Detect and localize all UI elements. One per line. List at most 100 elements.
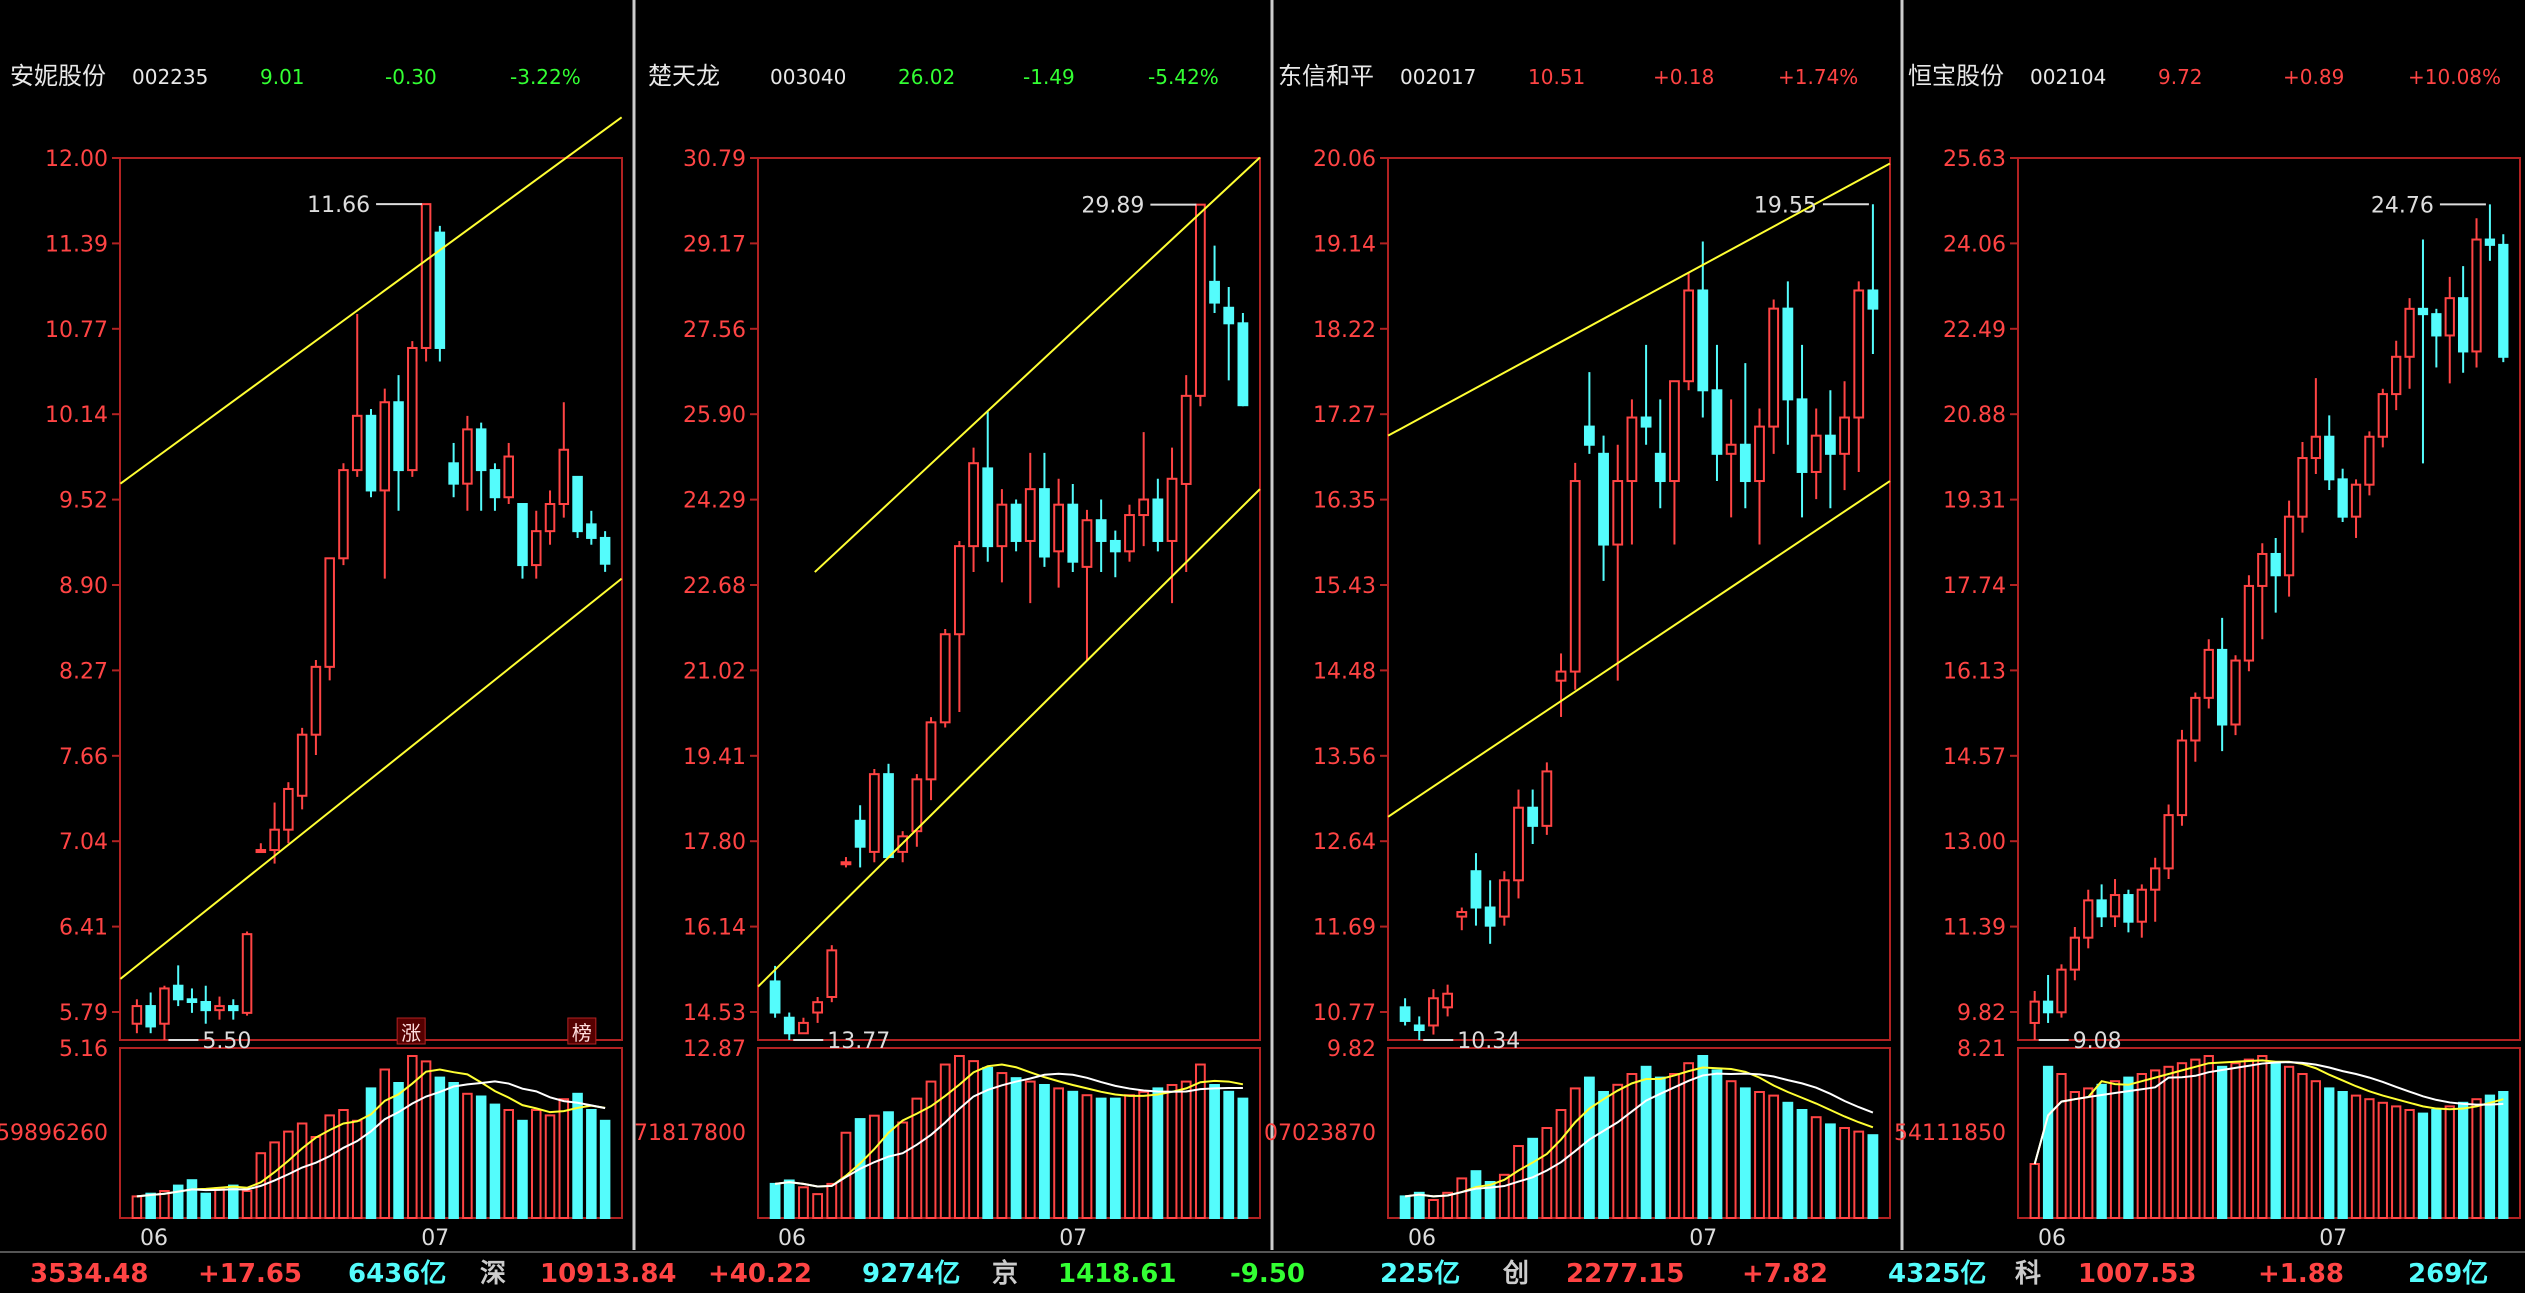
candle-body [159, 987, 170, 1025]
price-tick-label: 7.66 [59, 745, 108, 770]
volume-bar [826, 1182, 838, 1220]
price-tick-label: 9.52 [59, 489, 108, 514]
price-tick-label: 10.14 [45, 403, 108, 428]
candle-body [1598, 452, 1609, 546]
candle-body [1399, 1006, 1411, 1022]
channel-line-lower [1387, 480, 1891, 818]
status-item: 10913.84 [540, 1259, 677, 1289]
stock-name: 安妮股份 [10, 62, 106, 90]
price-tick-label: 16.14 [683, 916, 746, 941]
candle-body [1626, 416, 1638, 483]
price-tick-label: 12.00 [45, 147, 108, 172]
price-tick-label: 22.68 [683, 574, 746, 599]
candle-body [883, 773, 894, 859]
candle-body [2337, 478, 2348, 518]
volume-bar [2417, 1112, 2429, 1219]
volume-bar [1180, 1080, 1192, 1220]
price-tick-label: 16.13 [1943, 659, 2006, 684]
candle-body [2270, 552, 2281, 577]
candle-body [1654, 452, 1666, 483]
volume-bar [2109, 1080, 2121, 1219]
candle-body [530, 530, 542, 567]
candle-body [968, 462, 979, 548]
candle-body [2109, 894, 2121, 918]
volume-bar [1754, 1091, 1765, 1219]
candle-body [145, 1005, 156, 1028]
price-tick-label: 15.43 [1313, 574, 1376, 599]
volume-bar [159, 1190, 170, 1219]
candle-body [1782, 307, 1794, 401]
candle-body [2350, 483, 2362, 518]
candle-body [324, 557, 335, 668]
volume-bar [996, 1072, 1008, 1219]
volume-bar [2083, 1087, 2094, 1220]
candle-body [1138, 498, 1150, 517]
candle-body [2176, 739, 2188, 817]
volume-bar [586, 1109, 597, 1219]
volume-bar [2150, 1069, 2161, 1220]
price-tick-label: 29.17 [683, 232, 746, 257]
candle-body [1697, 289, 1709, 392]
marker-badge-text: 榜 [572, 1021, 592, 1045]
candle-body [925, 721, 937, 781]
price-tick-label: 10.77 [45, 318, 108, 343]
stock-code: 003040 [770, 65, 846, 89]
price-tick-label: 8.90 [59, 574, 108, 599]
candle-body [1428, 997, 1439, 1027]
candle-body [1754, 425, 1765, 483]
volume-bar [1010, 1077, 1022, 1220]
candle-body [2042, 1000, 2054, 1014]
candle-body [462, 428, 473, 485]
status-item: 4325亿 [1888, 1259, 1986, 1289]
volume-bar [2190, 1058, 2201, 1219]
candle-body [558, 448, 570, 506]
volume-bar [2377, 1101, 2388, 1220]
candle-body [2417, 307, 2429, 316]
candle-body [1739, 443, 1751, 483]
volume-bar [2324, 1087, 2335, 1220]
volume-bar [2029, 1163, 2040, 1219]
volume-bar [434, 1076, 446, 1219]
candle-body [2230, 659, 2241, 726]
volume-top-label: 9.82 [1327, 1037, 1376, 1062]
candle-body [255, 849, 267, 854]
stock-price: 26.02 [898, 65, 955, 89]
volume-bar [2270, 1062, 2281, 1219]
candle-body [2283, 515, 2295, 577]
volume-bar [145, 1192, 156, 1219]
candle-body [1180, 394, 1192, 485]
status-item: 创 [1502, 1259, 1529, 1289]
candle-body [393, 401, 404, 472]
volume-bar [2337, 1091, 2348, 1219]
volume-bar [1853, 1130, 1865, 1219]
channel-line-lower [119, 577, 623, 980]
volume-bar [2457, 1101, 2469, 1220]
candle-body [586, 523, 597, 539]
price-tick-label: 14.57 [1943, 745, 2006, 770]
candle-body [996, 503, 1008, 548]
candle-body [2484, 238, 2496, 246]
price-tick-label: 11.69 [1313, 916, 1376, 941]
candle-body [283, 787, 294, 831]
candle-body [1569, 480, 1581, 673]
volume-bar [1669, 1073, 1680, 1219]
volume-bar [379, 1068, 391, 1219]
candle-body [1796, 398, 1808, 473]
candle-body [1413, 1024, 1425, 1032]
volume-bar [1839, 1127, 1850, 1219]
candle-body [798, 1021, 809, 1035]
volume-bar [1194, 1063, 1206, 1220]
candle-body [2083, 899, 2094, 939]
x-tick-label: 06 [1408, 1226, 1436, 1251]
candle-body [186, 998, 198, 1004]
volume-bar [2243, 1058, 2255, 1219]
candle-body [131, 1005, 143, 1025]
candle-body [214, 1005, 225, 1012]
candle-body [1484, 906, 1496, 927]
candle-body [1109, 539, 1121, 553]
volume-bar [1413, 1191, 1425, 1220]
candle-body [1039, 488, 1050, 558]
candle-body [1683, 289, 1695, 383]
candle-body [228, 1005, 239, 1012]
candle-body [982, 467, 994, 548]
